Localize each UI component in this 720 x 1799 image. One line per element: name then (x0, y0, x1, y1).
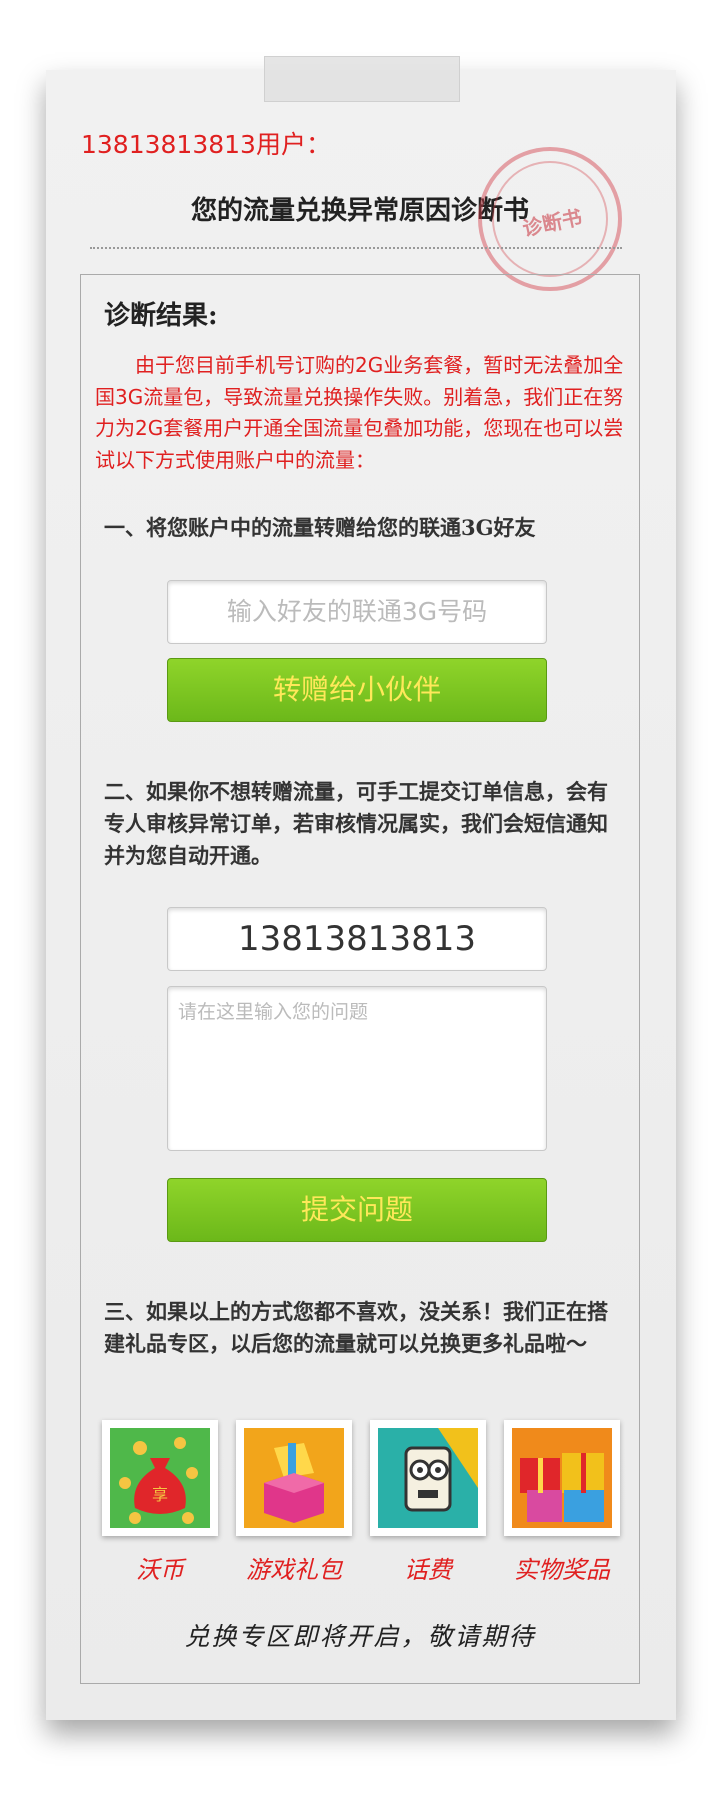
gift-to-friend-button[interactable]: 转赠给小伙伴 (167, 658, 547, 722)
phone-credit-gift-card[interactable] (370, 1420, 486, 1536)
money-bag-icon: 享 (110, 1428, 210, 1528)
friend-number-input[interactable]: 输入好友的联通3G号码 (167, 580, 547, 644)
step-2-text: 二、如果你不想转赠流量，可手工提交订单信息，会有专人审核异常订单，若审核情况属实… (104, 779, 608, 868)
result-title: 诊断结果: (104, 301, 218, 331)
phone-number-field[interactable]: 13813813813 (167, 907, 547, 971)
wo-coin-gift-card[interactable]: 享 (102, 1420, 218, 1536)
gift-pile-icon (512, 1428, 612, 1528)
phone-character-icon (378, 1428, 478, 1528)
physical-prize-gift-card[interactable] (504, 1420, 620, 1536)
gift-label-wo-coin: 沃币 (136, 1556, 184, 1584)
submit-problem-button[interactable]: 提交问题 (167, 1178, 547, 1242)
svg-text:享: 享 (152, 1485, 168, 1504)
gift-label-physical-prize: 实物奖品 (514, 1556, 610, 1584)
footer-text: 兑换专区即将开启，敬请期待 (184, 1622, 536, 1651)
step-3-text: 三、如果以上的方式您都不喜欢，没关系！我们正在搭建礼品专区，以后您的流量就可以兑… (104, 1299, 608, 1356)
game-package-gift-card[interactable] (236, 1420, 352, 1536)
gift-label-game-package: 游戏礼包 (246, 1556, 342, 1584)
diagnosis-text: 由于您目前手机号订购的2G业务套餐，暂时无法叠加全国3G流量包，导致流量兑换操作… (95, 353, 624, 472)
title-divider (90, 247, 622, 249)
diagnosis-stamp-icon: 诊断书 (478, 147, 622, 291)
user-phone-line: 13813813813用户： (81, 130, 331, 159)
problem-textarea[interactable]: 请在这里输入您的问题 (167, 986, 547, 1151)
gift-box-icon (244, 1428, 344, 1528)
step-1-text: 一、将您账户中的流量转赠给您的联通3G好友 (104, 515, 536, 540)
friend-number-placeholder: 输入好友的联通3G号码 (226, 597, 488, 626)
gift-label-phone-credit: 话费 (404, 1556, 452, 1584)
tape-decoration (264, 56, 460, 102)
phone-number-value: 13813813813 (238, 919, 476, 959)
stamp-text: 诊断书 (520, 204, 585, 241)
